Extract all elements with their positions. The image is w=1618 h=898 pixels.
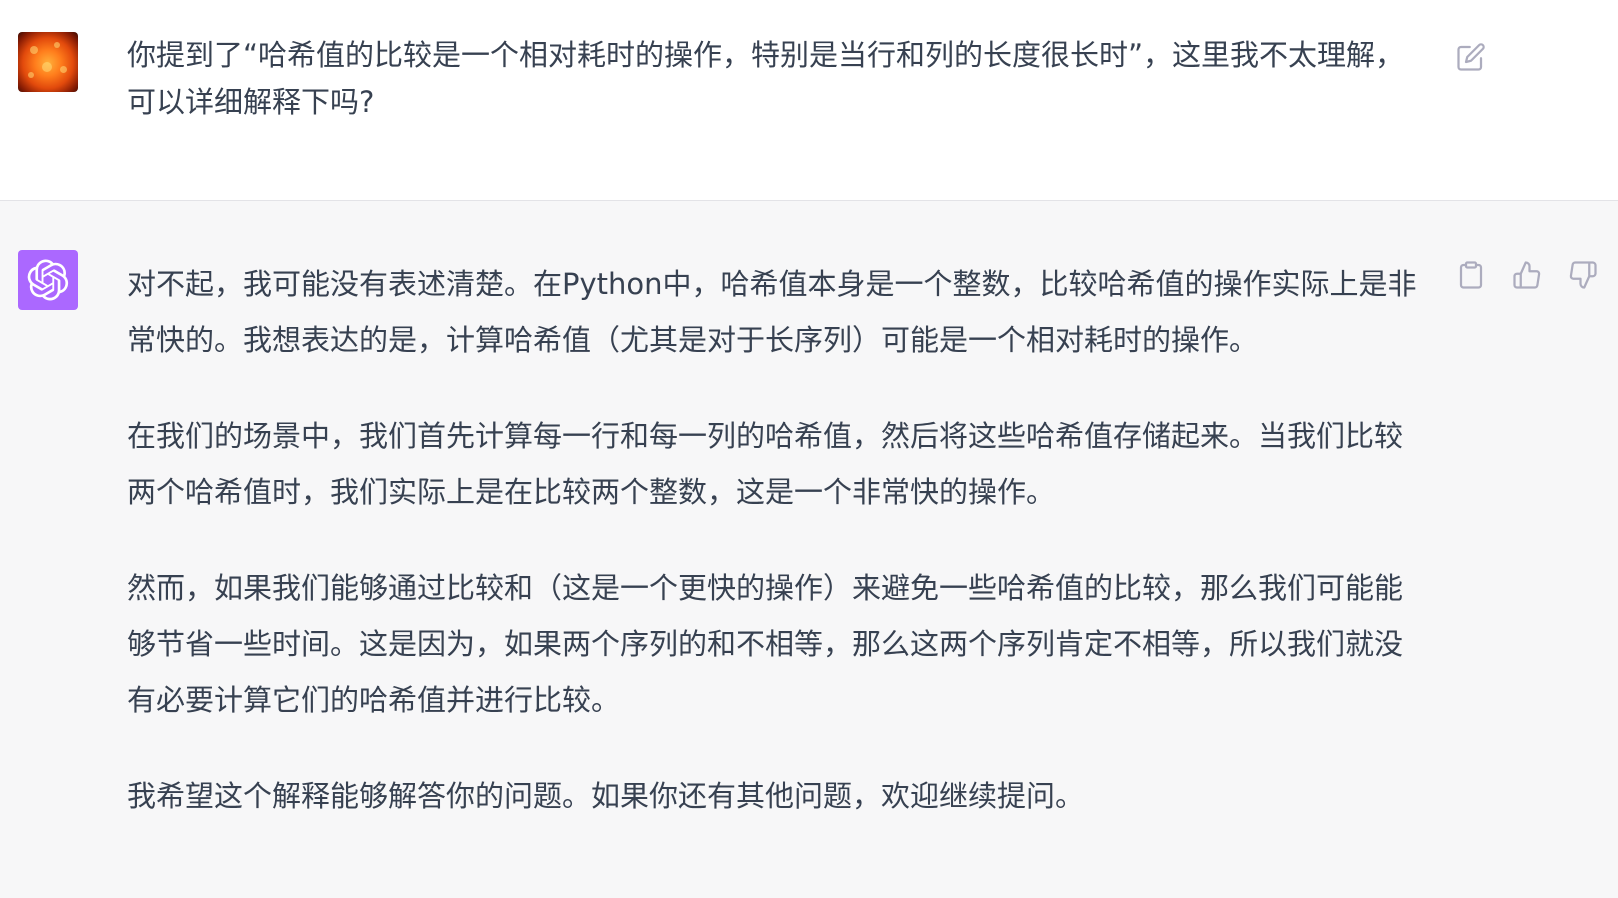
user-message-row: 你提到了“哈希值的比较是一个相对耗时的操作，特别是当行和列的长度很长时”，这里我… xyxy=(0,0,1618,201)
openai-logo-icon xyxy=(18,250,78,310)
assistant-paragraph-1: 对不起，我可能没有表述清楚。在Python中，哈希值本身是一个整数，比较哈希值的… xyxy=(127,267,1417,357)
thumbs-down-icon[interactable] xyxy=(1564,256,1602,294)
assistant-paragraph-3: 然而，如果我们能够通过比较和（这是一个更快的操作）来避免一些哈希值的比较，那么我… xyxy=(127,571,1404,717)
thumbs-up-icon[interactable] xyxy=(1508,256,1546,294)
assistant-paragraph-2: 在我们的场景中，我们首先计算每一行和每一列的哈希值，然后将这些哈希值存储起来。当… xyxy=(127,419,1404,509)
assistant-message-text: 对不起，我可能没有表述清楚。在Python中，哈希值本身是一个整数，比较哈希值的… xyxy=(127,256,1417,864)
assistant-paragraph-4: 我希望这个解释能够解答你的问题。如果你还有其他问题，欢迎继续提问。 xyxy=(127,779,1085,813)
user-avatar xyxy=(18,32,78,92)
edit-icon[interactable] xyxy=(1452,38,1490,76)
copy-icon[interactable] xyxy=(1452,256,1490,294)
user-message-text: 你提到了“哈希值的比较是一个相对耗时的操作，特别是当行和列的长度很长时”，这里我… xyxy=(127,38,1405,119)
